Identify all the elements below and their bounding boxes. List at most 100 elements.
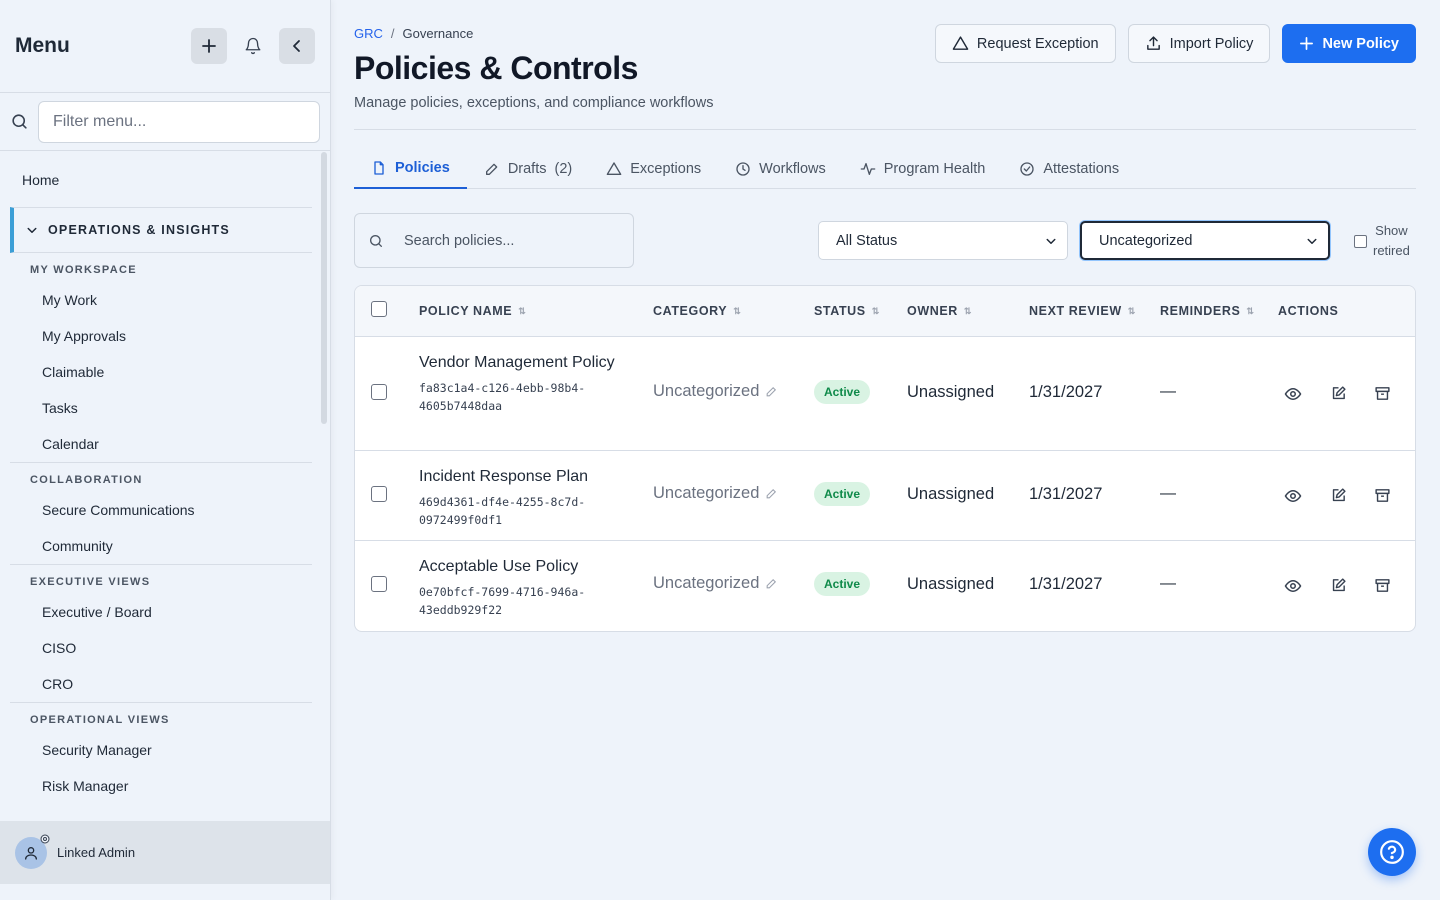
table-row[interactable]: Acceptable Use Policy 0e70bfcf-7699-4716… bbox=[355, 541, 1415, 631]
search-policies-input[interactable] bbox=[404, 232, 604, 249]
drafts-count: (2) bbox=[554, 160, 573, 177]
help-button[interactable] bbox=[1368, 828, 1416, 876]
view-icon[interactable] bbox=[1284, 385, 1302, 403]
nav-item-ciso[interactable]: CISO bbox=[10, 630, 312, 666]
show-retired-toggle[interactable]: Show retired bbox=[1354, 221, 1410, 261]
status-cell: Active bbox=[814, 380, 871, 404]
archive-icon[interactable] bbox=[1374, 577, 1391, 594]
category-select[interactable]: Uncategorized bbox=[1080, 221, 1330, 260]
plus-icon bbox=[202, 39, 216, 53]
nav-item-claimable[interactable]: Claimable bbox=[10, 354, 312, 390]
archive-icon[interactable] bbox=[1374, 385, 1391, 402]
status-select[interactable]: All Status bbox=[818, 221, 1068, 260]
nav-item-security-manager[interactable]: Security Manager bbox=[10, 732, 312, 768]
view-icon[interactable] bbox=[1284, 577, 1302, 595]
nav-item-home[interactable]: Home bbox=[0, 152, 310, 207]
table-row[interactable]: Incident Response Plan 469d4361-df4e-425… bbox=[355, 451, 1415, 541]
nav-item-secure-communications[interactable]: Secure Communications bbox=[10, 492, 312, 528]
nav-item-my-work[interactable]: My Work bbox=[10, 282, 312, 318]
table-row[interactable]: Vendor Management Policy fa83c1a4-c126-4… bbox=[355, 337, 1415, 451]
status-badge: Active bbox=[814, 482, 871, 506]
status-cell: Active bbox=[814, 482, 871, 506]
user-footer[interactable]: Linked Admin bbox=[0, 821, 330, 884]
nav-item-calendar[interactable]: Calendar bbox=[10, 426, 312, 462]
tab-attestations[interactable]: Attestations bbox=[1002, 148, 1136, 189]
import-policy-button[interactable]: Import Policy bbox=[1127, 24, 1271, 63]
nav-item-community[interactable]: Community bbox=[10, 528, 312, 564]
owner-cell: Unassigned bbox=[907, 485, 995, 503]
new-policy-button[interactable]: New Policy bbox=[1282, 24, 1416, 63]
tab-drafts[interactable]: Drafts (2) bbox=[467, 148, 589, 189]
status-select-value: All Status bbox=[836, 232, 898, 249]
nav-section-operational: OPERATIONAL VIEWS Security Manager Risk … bbox=[10, 702, 312, 804]
policy-name[interactable]: Acceptable Use Policy bbox=[419, 555, 619, 579]
select-all-checkbox[interactable] bbox=[371, 301, 387, 317]
archive-icon[interactable] bbox=[1374, 487, 1391, 504]
col-category[interactable]: CATEGORY ⇅ bbox=[653, 304, 741, 318]
tab-label: Program Health bbox=[883, 160, 986, 177]
category-select-value: Uncategorized bbox=[1099, 232, 1193, 249]
edit-category-icon[interactable] bbox=[765, 577, 778, 590]
edit-category-icon[interactable] bbox=[765, 487, 778, 500]
col-owner[interactable]: OWNER ⇅ bbox=[907, 304, 972, 318]
row-checkbox[interactable] bbox=[371, 384, 387, 400]
tab-exceptions[interactable]: Exceptions bbox=[589, 148, 718, 189]
nav-item-executive-board[interactable]: Executive / Board bbox=[10, 594, 312, 630]
user-icon bbox=[25, 846, 37, 860]
nav-section-title: EXECUTIVE VIEWS bbox=[30, 576, 151, 588]
filter-menu-input[interactable] bbox=[38, 100, 320, 143]
warning-icon bbox=[952, 36, 969, 50]
nav-section-title: MY WORKSPACE bbox=[30, 264, 137, 276]
sort-icon: ⇅ bbox=[518, 305, 527, 316]
next-review-cell: 1/31/2027 bbox=[1029, 383, 1103, 401]
tab-label: Attestations bbox=[1043, 160, 1120, 177]
show-retired-checkbox[interactable] bbox=[1354, 235, 1367, 248]
col-status[interactable]: STATUS ⇅ bbox=[814, 304, 880, 318]
nav-group-operations[interactable]: OPERATIONS & INSIGHTS bbox=[10, 207, 312, 253]
notifications-button[interactable] bbox=[235, 28, 271, 64]
breadcrumb-separator: / bbox=[390, 26, 395, 41]
sidebar-scrollbar[interactable] bbox=[321, 152, 327, 424]
nav-item-risk-manager[interactable]: Risk Manager bbox=[10, 768, 312, 804]
edit-icon[interactable] bbox=[1330, 385, 1347, 402]
reminders-cell: — bbox=[1160, 575, 1176, 592]
row-checkbox[interactable] bbox=[371, 576, 387, 592]
nav-item-my-approvals[interactable]: My Approvals bbox=[10, 318, 312, 354]
policies-table: POLICY NAME ⇅ CATEGORY ⇅ STATUS ⇅ OWNER ⇅ NE… bbox=[354, 285, 1416, 632]
owner-cell: Unassigned bbox=[907, 575, 995, 593]
col-label: NEXT REVIEW bbox=[1029, 304, 1122, 318]
view-icon[interactable] bbox=[1284, 487, 1302, 505]
tab-workflows[interactable]: Workflows bbox=[718, 148, 843, 189]
nav-group-label: OPERATIONS & INSIGHTS bbox=[48, 223, 230, 237]
add-button[interactable] bbox=[191, 28, 227, 64]
sidebar-title: Menu bbox=[15, 34, 70, 57]
edit-icon[interactable] bbox=[1330, 577, 1347, 594]
col-policy-name[interactable]: POLICY NAME ⇅ bbox=[419, 304, 526, 318]
row-checkbox[interactable] bbox=[371, 486, 387, 502]
check-circle-icon bbox=[1019, 161, 1035, 177]
col-reminders[interactable]: REMINDERS ⇅ bbox=[1160, 304, 1255, 318]
user-name: Linked Admin bbox=[57, 845, 136, 860]
policy-name-cell: Acceptable Use Policy 0e70bfcf-7699-4716… bbox=[419, 555, 619, 619]
policy-name-cell: Incident Response Plan 469d4361-df4e-425… bbox=[419, 465, 619, 529]
edit-category-icon[interactable] bbox=[765, 385, 778, 398]
col-actions: ACTIONS bbox=[1278, 304, 1338, 318]
policy-name[interactable]: Incident Response Plan bbox=[419, 465, 619, 489]
col-next-review[interactable]: NEXT REVIEW ⇅ bbox=[1029, 304, 1136, 318]
edit-icon[interactable] bbox=[1330, 487, 1347, 504]
tab-label: Policies bbox=[395, 159, 450, 176]
nav-section-title: OPERATIONAL VIEWS bbox=[30, 714, 170, 726]
nav-section-executive: EXECUTIVE VIEWS Executive / Board CISO C… bbox=[10, 564, 312, 702]
policy-name[interactable]: Vendor Management Policy bbox=[419, 351, 619, 375]
col-label: ACTIONS bbox=[1278, 304, 1339, 318]
sidebar-nav: Home OPERATIONS & INSIGHTS MY WORKSPACE … bbox=[0, 152, 320, 821]
category-value: Uncategorized bbox=[653, 382, 760, 400]
import-policy-label: Import Policy bbox=[1169, 35, 1254, 52]
tab-policies[interactable]: Policies bbox=[354, 148, 467, 189]
nav-item-tasks[interactable]: Tasks bbox=[10, 390, 312, 426]
breadcrumb-grc[interactable]: GRC bbox=[354, 26, 383, 41]
collapse-sidebar-button[interactable] bbox=[279, 28, 315, 64]
tab-program-health[interactable]: Program Health bbox=[843, 148, 1003, 189]
request-exception-button[interactable]: Request Exception bbox=[934, 24, 1116, 63]
nav-item-cro[interactable]: CRO bbox=[10, 666, 312, 702]
